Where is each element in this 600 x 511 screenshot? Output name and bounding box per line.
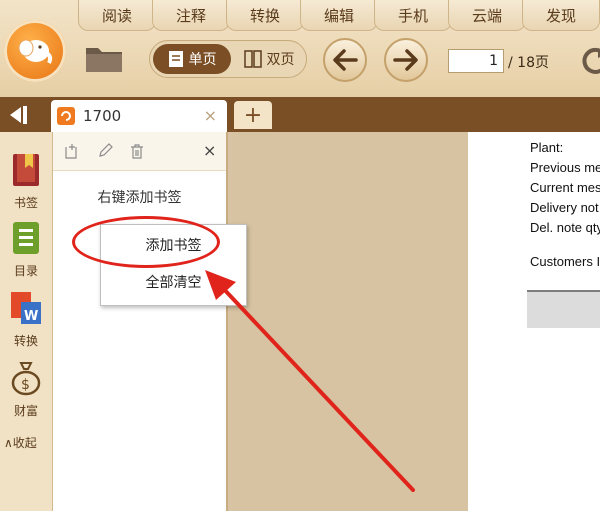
annotation-arrow <box>205 270 415 492</box>
